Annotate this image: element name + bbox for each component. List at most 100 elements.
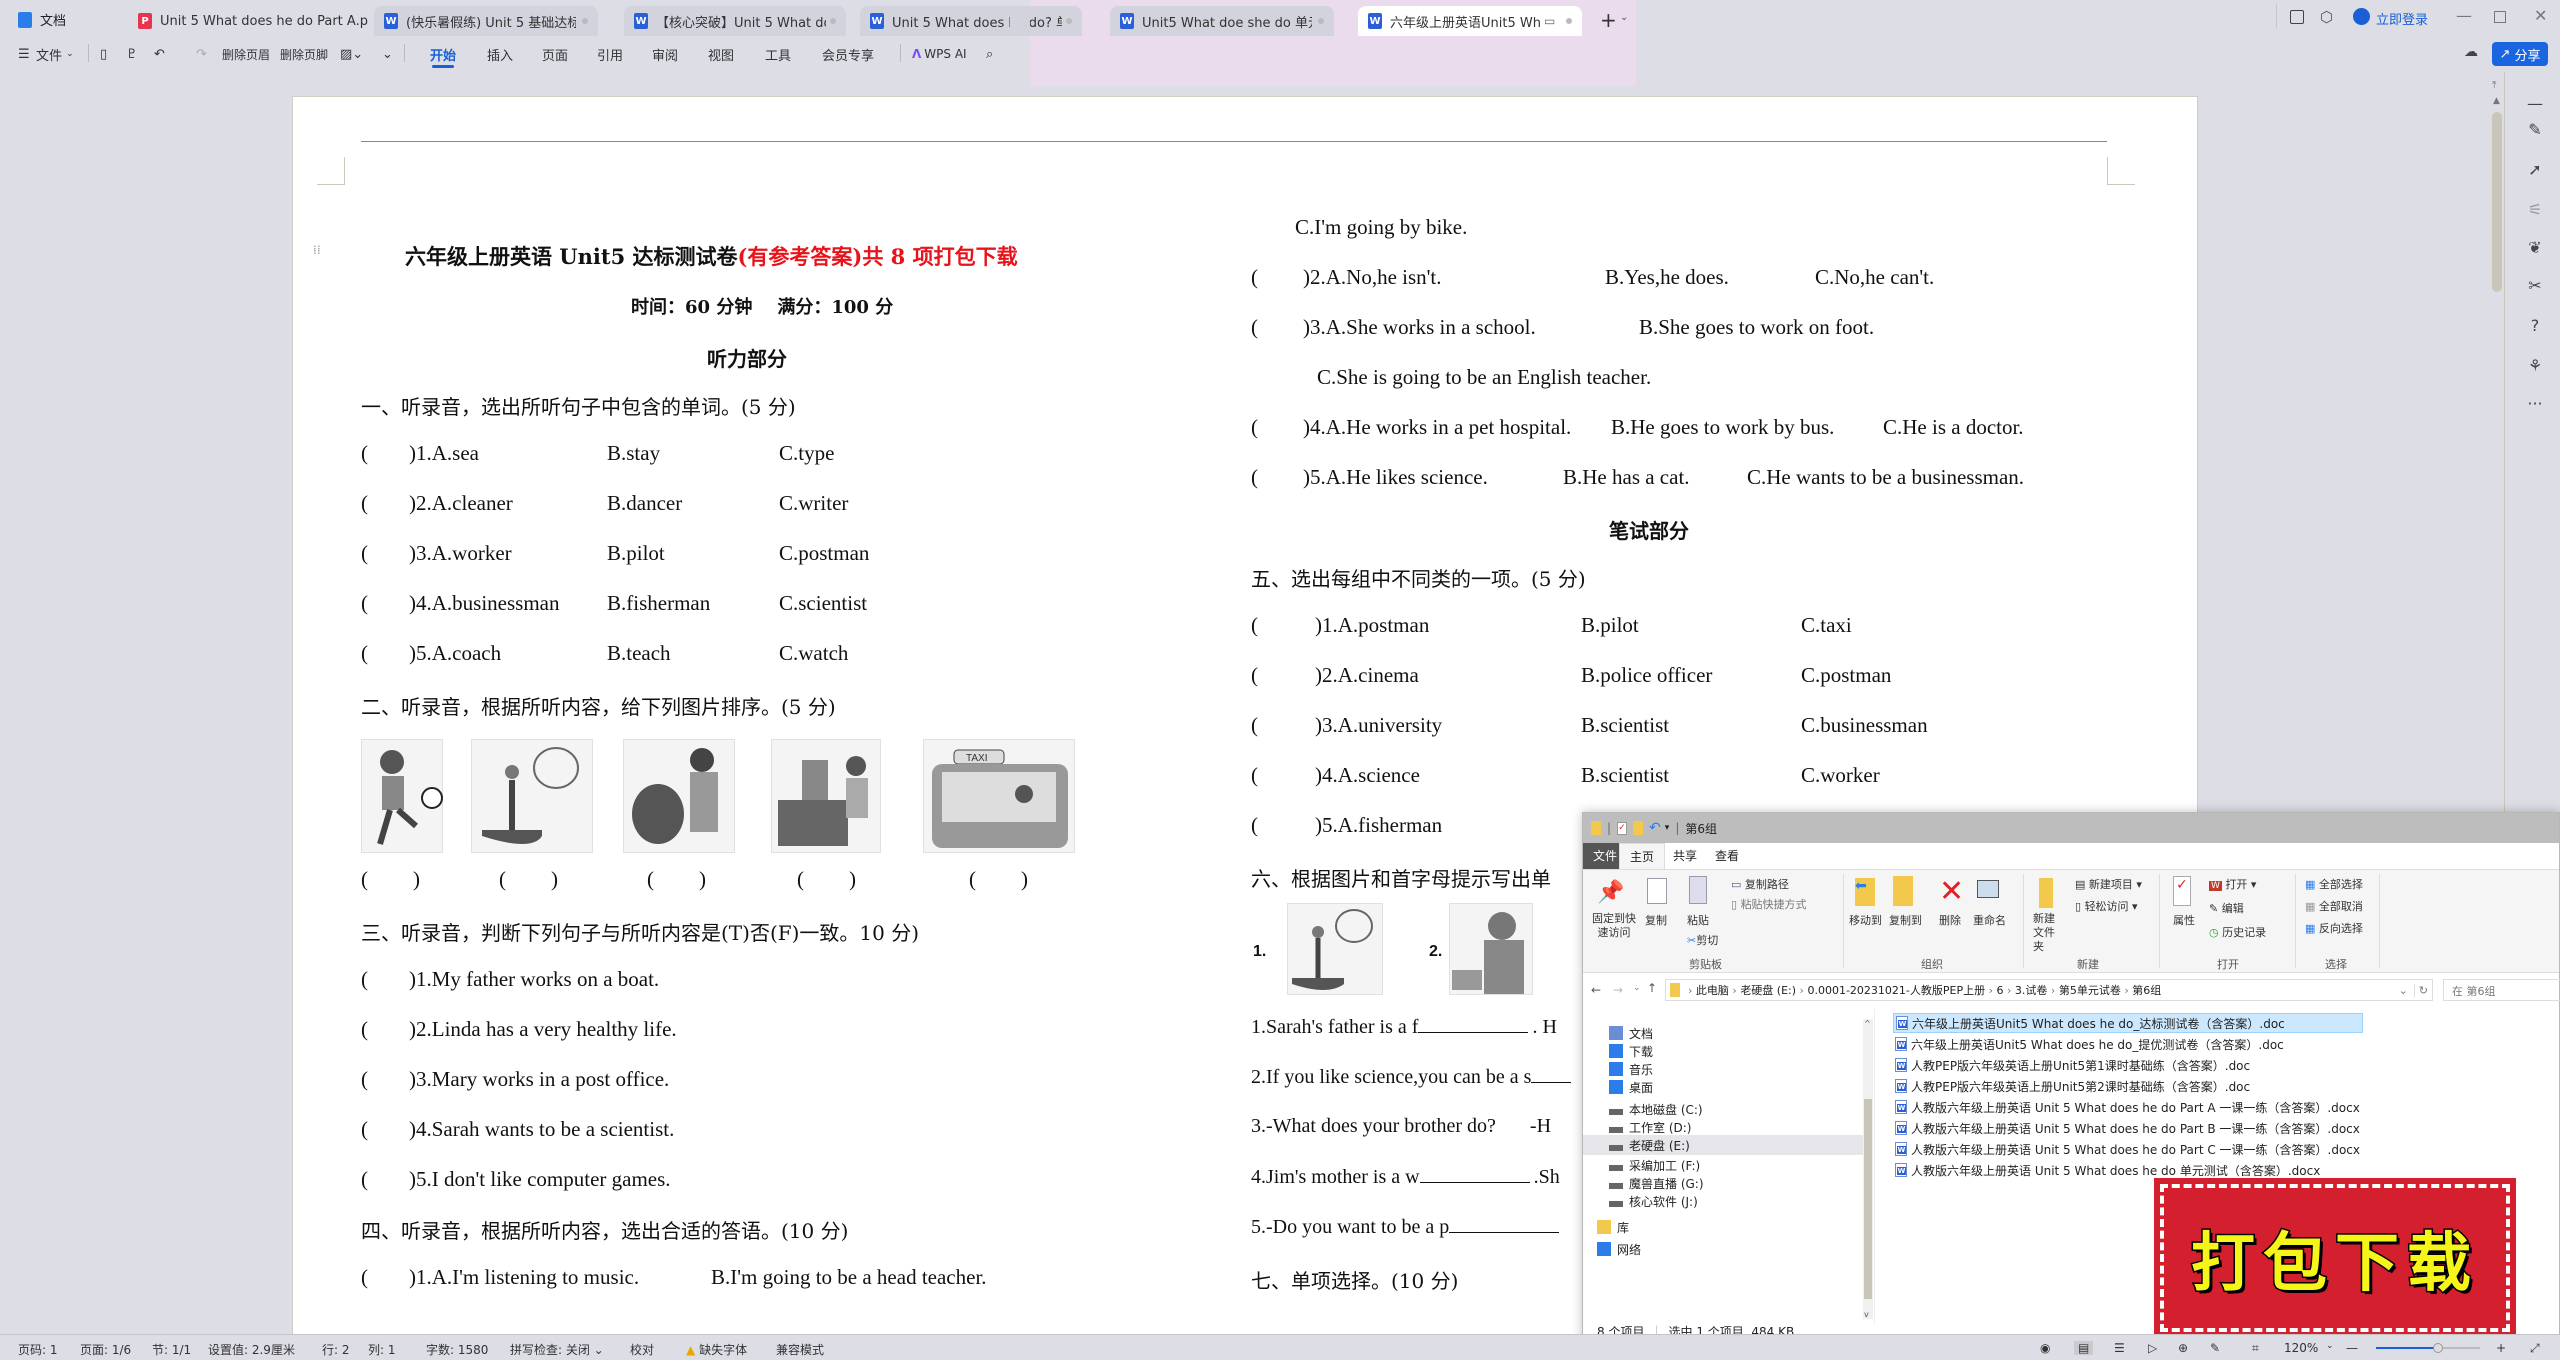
select-all-button[interactable]: ▦ 全部选择 <box>2305 876 2363 892</box>
nav-item-drive-j[interactable]: 核心软件 (J:) <box>1609 1191 1698 1211</box>
scroll-top-icon[interactable]: ⤒ <box>2492 80 2496 91</box>
minimize-button[interactable]: — <box>2456 6 2472 25</box>
answer-paren[interactable]: ( <box>361 491 368 516</box>
file-item[interactable]: 人教版六年级上册英语 Unit 5 What does he do Part C… <box>1893 1139 2363 1159</box>
breadcrumb-separator[interactable]: › <box>1729 984 1740 997</box>
search-box[interactable]: 在 第6组 <box>2443 979 2560 1001</box>
drag-handle-icon[interactable]: ⁞⁞ <box>313 244 321 256</box>
status-missing-font[interactable]: ▲ 缺失字体 <box>686 1341 747 1358</box>
zoom-dropdown-icon[interactable]: ⌄ <box>2326 1341 2334 1351</box>
window-mode-icon[interactable] <box>2290 10 2304 24</box>
nav-item-music[interactable]: 音乐 <box>1609 1059 1653 1079</box>
adjust-sliders-icon[interactable]: ⚟ <box>2525 200 2545 220</box>
more-chevron-icon[interactable]: ⌄ <box>382 40 393 68</box>
file-item[interactable]: 六年级上册英语Unit5 What does he do_提优测试卷（含答案）.… <box>1893 1034 2363 1054</box>
answer-paren[interactable]: ( <box>361 641 368 666</box>
answer-paren[interactable]: ( <box>1251 315 1258 340</box>
user-avatar-icon[interactable] <box>2353 8 2370 25</box>
close-dot-icon[interactable] <box>1066 18 1072 24</box>
wps-ai-button[interactable]: Λ WPS AI <box>912 40 967 68</box>
answer-paren[interactable]: ( <box>361 1067 368 1092</box>
copy-button[interactable]: 复制 <box>1645 912 1667 928</box>
answer-paren[interactable]: ( <box>361 1017 368 1042</box>
breadcrumb-separator[interactable]: › <box>2004 984 2015 997</box>
answer-paren[interactable]: ( <box>361 441 368 466</box>
paste-button[interactable]: 粘贴 <box>1687 912 1709 928</box>
nav-item-drive-d[interactable]: 工作室 (D:) <box>1609 1117 1691 1137</box>
nav-item-libraries[interactable]: 库 <box>1597 1217 1629 1237</box>
zoom-out-button[interactable]: — <box>2346 1341 2358 1355</box>
answer-paren[interactable]: ( <box>361 1265 368 1290</box>
close-dot-icon[interactable] <box>1318 18 1324 24</box>
file-item[interactable]: 人教PEP版六年级英语上册Unit5第2课时基础练（含答案）.doc <box>1893 1076 2363 1096</box>
zoom-level[interactable]: 120% <box>2284 1341 2318 1355</box>
easy-access-button[interactable]: ▯ 轻松访问 ▾ <box>2075 898 2138 914</box>
menu-tab-insert[interactable]: 插入 <box>487 40 513 68</box>
answer-paren[interactable]: ( <box>1251 763 1258 788</box>
breadcrumb-item[interactable]: 0.0001-20231021-人教版PEP上册 <box>1807 984 1985 997</box>
fit-page-icon[interactable]: ⌗ <box>2252 1341 2259 1356</box>
file-item[interactable]: 人教版六年级上册英语 Unit 5 What does he do 单元测试（含… <box>1893 1160 2363 1180</box>
delete-footer-button[interactable]: 删除页脚 <box>280 40 328 68</box>
history-button[interactable]: ◷ 历史记录 <box>2209 924 2266 940</box>
up-button[interactable]: ↑ <box>1647 981 1657 995</box>
picture-order-open-paren[interactable]: ( <box>969 867 976 892</box>
new-tab-button[interactable]: + <box>1600 8 1617 32</box>
ribbon-tab-share[interactable]: 共享 <box>1663 843 1707 869</box>
play-icon[interactable]: ▷ <box>2148 1341 2157 1355</box>
page-view-icon[interactable]: ▤ <box>2074 1341 2094 1355</box>
copy-to-button[interactable]: 复制到 <box>1889 912 1922 928</box>
recent-dropdown[interactable]: ⌄ <box>1633 983 1641 993</box>
tab-home[interactable]: 文档 <box>18 10 66 29</box>
nav-item-downloads[interactable]: 下载 <box>1609 1041 1653 1061</box>
pen-mode-icon[interactable]: ✎ <box>2210 1341 2220 1355</box>
delete-button[interactable]: 删除 <box>1939 912 1961 928</box>
tab-document-active[interactable]: W 六年级上册英语Unit5 What d ▭ <box>1358 6 1582 36</box>
breadcrumb-separator[interactable]: › <box>1688 984 1696 997</box>
answer-blank[interactable] <box>1449 1215 1560 1233</box>
nav-item-drive-f[interactable]: 采编加工 (F:) <box>1609 1155 1700 1175</box>
answer-paren[interactable]: ( <box>361 591 368 616</box>
breadcrumb-separator[interactable]: › <box>1796 984 1807 997</box>
tab-document[interactable]: W (快乐暑假练) Unit 5 基础达标卷 <box>374 6 598 36</box>
ribbon-tab-home[interactable]: 主页 <box>1619 843 1666 869</box>
nav-item-network[interactable]: 网络 <box>1597 1239 1641 1259</box>
nav-scrollbar[interactable]: ^ v <box>1863 1019 1873 1319</box>
login-link[interactable]: 立即登录 <box>2376 9 2428 28</box>
hamburger-icon[interactable]: ☰ <box>18 40 30 68</box>
breadcrumb-item[interactable]: 6 <box>1997 984 2004 997</box>
cloud-upload-icon[interactable]: ☁ <box>2464 44 2478 60</box>
breadcrumb-item[interactable]: 3.试卷 <box>2015 984 2048 997</box>
search-icon[interactable]: ⌕ <box>986 40 993 68</box>
menu-tab-tools[interactable]: 工具 <box>765 40 791 68</box>
menu-tab-references[interactable]: 引用 <box>597 40 623 68</box>
eye-protect-icon[interactable]: ◉ <box>2040 1341 2050 1355</box>
fullscreen-icon[interactable]: ⤢ <box>2530 1341 2540 1356</box>
tab-list-chevron-icon[interactable]: ⌄ <box>1620 12 1628 23</box>
menu-tab-view[interactable]: 视图 <box>708 40 734 68</box>
more-icon[interactable]: ··· <box>2525 394 2545 414</box>
undo-quick-icon[interactable]: ↶ <box>1649 820 1661 836</box>
pin-quick-access-button[interactable]: 固定到快速访问 <box>1591 912 1637 940</box>
invert-selection-button[interactable]: ▦ 反向选择 <box>2305 920 2363 936</box>
zoom-in-button[interactable]: + <box>2496 1341 2506 1355</box>
style-icon[interactable]: ❦ <box>2525 238 2545 258</box>
file-item[interactable]: 人教版六年级上册英语 Unit 5 What does he do Part A… <box>1893 1097 2363 1117</box>
address-dropdown-icon[interactable]: ⌄ <box>2399 984 2408 997</box>
picture-order-open-paren[interactable]: ( <box>647 867 654 892</box>
select-none-button[interactable]: ▦ 全部取消 <box>2305 898 2363 914</box>
nav-item-drive-g[interactable]: 魔兽直播 (G:) <box>1609 1173 1704 1193</box>
tab-document[interactable]: W Unit 5 What does he do? 单元练 <box>860 6 1082 36</box>
web-view-icon[interactable]: ⊕ <box>2178 1341 2188 1355</box>
menu-tab-page[interactable]: 页面 <box>542 40 568 68</box>
breadcrumb-separator[interactable]: › <box>1985 984 1996 997</box>
close-dot-icon[interactable] <box>830 18 836 24</box>
new-item-button[interactable]: ▤ 新建项目 ▾ <box>2075 876 2142 892</box>
page-border-icon[interactable]: ▨⌄ <box>340 40 363 68</box>
tab-document[interactable]: W Unit5 What doe she do 单元基础 <box>1110 6 1334 36</box>
status-pages[interactable]: 页面: 1/6 <box>80 1341 131 1358</box>
answer-blank[interactable] <box>1419 1165 1530 1183</box>
answer-blank[interactable] <box>1531 1065 1572 1083</box>
answer-paren[interactable]: ( <box>361 967 368 992</box>
new-folder-quick-icon[interactable] <box>1633 821 1644 835</box>
